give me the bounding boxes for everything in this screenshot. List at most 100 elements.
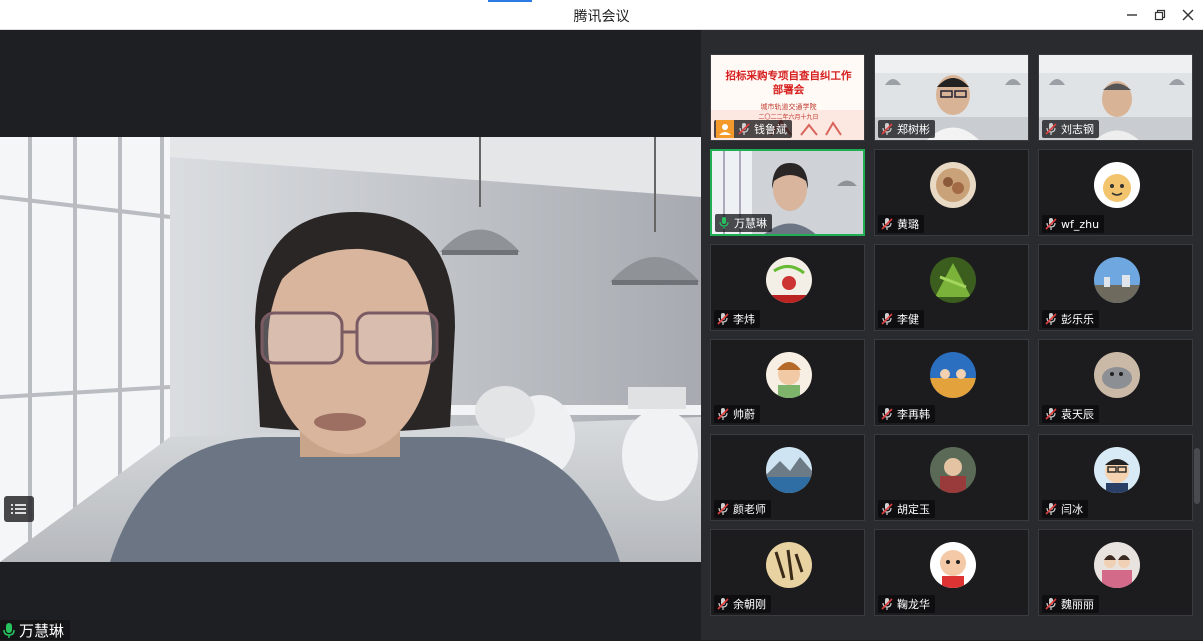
participant-avatar [766,352,812,398]
list-toggle-button[interactable] [4,496,34,522]
participant-tile[interactable]: 万慧琳 [710,149,865,236]
participant-avatar [1094,352,1140,398]
participant-name: wf_zhu [1061,217,1100,231]
participant-name: 李健 [897,313,919,326]
close-icon [1182,9,1194,21]
screen-share-user-icon [716,120,734,138]
participant-tile[interactable]: 郑树彬 [874,54,1029,141]
title-bar: 腾讯会议 [0,0,1203,30]
participant-tile[interactable]: 李再韩 [874,339,1029,426]
microphone-muted-icon [881,218,893,230]
main-speaker-name: 万慧琳 [19,621,65,640]
microphone-active-icon [3,623,15,638]
participant-avatar [930,447,976,493]
participant-name: 黄璐 [897,218,919,231]
participant-label: 彭乐乐 [1042,310,1099,328]
microphone-muted-icon [1045,408,1057,420]
participant-tile[interactable]: 颜老师 [710,434,865,521]
participant-label: 李再韩 [878,405,935,423]
participant-label: 魏丽丽 [1042,595,1099,613]
microphone-muted-icon [1045,503,1057,515]
microphone-active-icon [719,217,729,229]
participant-name: 刘志钢 [1061,123,1094,136]
participant-label: 黄璐 [878,215,924,233]
participant-label: 李健 [878,310,924,328]
participant-tile[interactable]: 黄璐 [874,149,1029,236]
participant-tile[interactable]: 招标采购专项自查自纠工作 部署会 城市轨道交通学院 二〇二二年六月十九日 钱鲁斌 [710,54,865,141]
participant-tile[interactable]: 刘志钢 [1038,54,1193,141]
close-button[interactable] [1173,0,1203,30]
microphone-muted-icon [717,408,729,420]
participant-name: 袁天辰 [1061,408,1094,421]
participant-avatar [1094,257,1140,303]
microphone-muted-icon [1045,218,1057,230]
participant-avatar [766,542,812,588]
participant-avatar [930,542,976,588]
minimize-button[interactable] [1117,0,1147,30]
participant-label: 万慧琳 [715,214,772,232]
participant-tile[interactable]: 帅蔚 [710,339,865,426]
participant-label: 余朝刚 [714,595,771,613]
participant-label: 胡定玉 [878,500,935,518]
microphone-muted-icon [881,503,893,515]
participant-label: wf_zhu [1042,215,1105,233]
microphone-muted-icon [881,313,893,325]
participant-tile[interactable]: 鞠龙华 [874,529,1029,616]
participant-avatar [930,162,976,208]
participant-avatar [930,352,976,398]
participant-label: 袁天辰 [1042,405,1099,423]
gallery-scrollbar[interactable] [1194,448,1200,504]
microphone-muted-icon [881,123,893,135]
microphone-muted-icon [738,123,750,135]
participant-tile[interactable]: 闫冰 [1038,434,1193,521]
participant-label: 闫冰 [1042,500,1088,518]
participant-avatar [766,257,812,303]
microphone-muted-icon [1045,123,1057,135]
minimize-icon [1127,14,1137,16]
microphone-muted-icon [1045,313,1057,325]
participant-label: 帅蔚 [714,405,760,423]
main-speaker-label: 万慧琳 [0,620,71,640]
participant-name: 郑树彬 [897,123,930,136]
participant-name: 闫冰 [1061,503,1083,516]
participant-name: 鞠龙华 [897,598,930,611]
list-icon [11,504,26,514]
participant-name: 魏丽丽 [1061,598,1094,611]
participant-tile[interactable]: 李健 [874,244,1029,331]
main-speaker-video[interactable] [0,137,701,562]
participant-name: 颜老师 [733,503,766,516]
participant-avatar [766,447,812,493]
microphone-muted-icon [881,408,893,420]
participant-label: 李炜 [714,310,760,328]
participant-tile[interactable]: 余朝刚 [710,529,865,616]
participant-tile[interactable]: 魏丽丽 [1038,529,1193,616]
shared-slide-title: 招标采购专项自查自纠工作 部署会 [725,70,852,96]
participant-tile[interactable]: 李炜 [710,244,865,331]
microphone-muted-icon [881,598,893,610]
participant-label: 鞠龙华 [878,595,935,613]
main-stage: 万慧琳 [0,30,701,640]
participant-avatar [1094,542,1140,588]
participant-avatar [1094,447,1140,493]
restore-button[interactable] [1145,0,1175,30]
microphone-muted-icon [717,503,729,515]
speaker-video-frame [0,137,701,562]
participant-name: 钱鲁斌 [754,123,787,136]
participant-tile[interactable]: 彭乐乐 [1038,244,1193,331]
microphone-muted-icon [717,598,729,610]
participant-label: 郑树彬 [878,120,935,138]
participant-name: 余朝刚 [733,598,766,611]
participant-avatar [1094,162,1140,208]
microphone-muted-icon [1045,598,1057,610]
participant-tile[interactable]: 袁天辰 [1038,339,1193,426]
participant-tile[interactable]: 胡定玉 [874,434,1029,521]
participant-tile[interactable]: wf_zhu [1038,149,1193,236]
participant-name: 李再韩 [897,408,930,421]
participant-name: 帅蔚 [733,408,755,421]
participant-name: 胡定玉 [897,503,930,516]
restore-icon [1154,9,1166,21]
window-title: 腾讯会议 [573,9,630,25]
shared-slide-org: 城市轨道交通学院 [760,103,817,111]
participant-label: 钱鲁斌 [714,120,792,138]
participant-label: 刘志钢 [1042,120,1099,138]
